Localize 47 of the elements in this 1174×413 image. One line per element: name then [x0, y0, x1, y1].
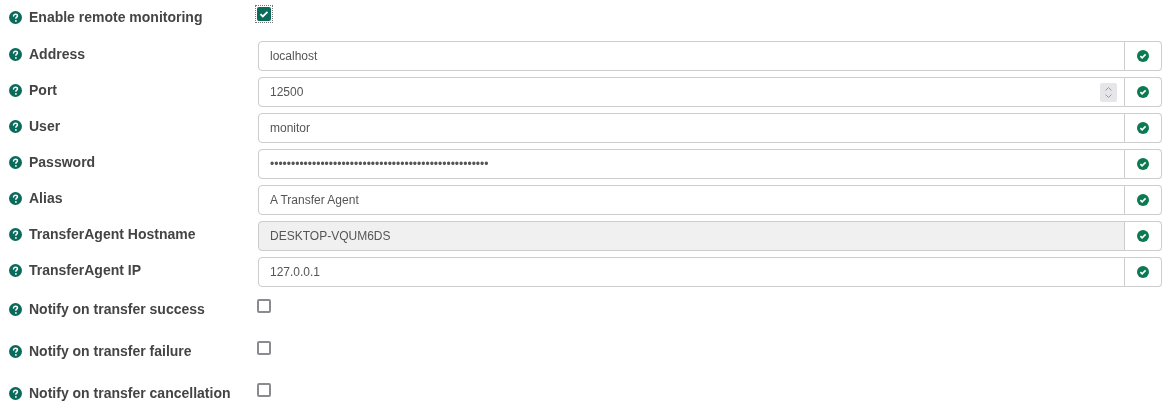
input-field[interactable]: 12500 [258, 77, 1125, 107]
field-value: •••••••••••••••••••••••••••••••••••••••••••••••••••• [270, 156, 489, 173]
help-icon[interactable] [9, 48, 22, 61]
check-circle-icon [1137, 266, 1149, 278]
help-icon[interactable] [9, 303, 22, 316]
input-field[interactable]: monitor [258, 113, 1125, 143]
help-icon[interactable] [9, 156, 22, 169]
field-label: TransferAgent IP [29, 261, 142, 280]
check-circle-icon [1137, 50, 1149, 62]
input-field[interactable]: •••••••••••••••••••••••••••••••••••••••••••••••••••• [258, 149, 1125, 179]
field-label: Notify on transfer cancellation [29, 384, 231, 403]
field-label: User [29, 117, 61, 136]
field-value: DESKTOP-VQUM6DS [270, 228, 391, 245]
help-icon[interactable] [9, 345, 22, 358]
check-circle-icon [1137, 122, 1149, 134]
checkbox[interactable] [255, 381, 273, 399]
field-value: 127.0.0.1 [270, 264, 321, 281]
field-value: monitor [270, 120, 310, 137]
help-icon[interactable] [9, 387, 22, 400]
input-field[interactable]: 127.0.0.1 [258, 257, 1125, 287]
help-icon[interactable] [9, 120, 22, 133]
field-label: Notify on transfer success [29, 300, 205, 319]
field-value: 12500 [270, 84, 304, 101]
field-label: TransferAgent Hostname [29, 225, 196, 244]
check-circle-icon [1137, 230, 1149, 242]
field-label: Notify on transfer failure [29, 342, 192, 361]
input-field[interactable]: A Transfer Agent [258, 185, 1125, 215]
field-label: Password [29, 153, 96, 172]
input-field[interactable]: localhost [258, 41, 1125, 71]
checkbox[interactable] [255, 5, 273, 23]
field-label: Alias [29, 189, 63, 208]
checkbox[interactable] [255, 297, 273, 315]
field-label: Port [29, 81, 57, 100]
help-icon[interactable] [9, 84, 22, 97]
field-value: localhost [270, 48, 318, 65]
check-circle-icon [1137, 194, 1149, 206]
checkbox[interactable] [255, 339, 273, 357]
check-circle-icon [1137, 86, 1149, 98]
help-icon[interactable] [9, 11, 22, 24]
help-icon[interactable] [9, 228, 22, 241]
field-label: Enable remote monitoring [29, 8, 203, 27]
help-icon[interactable] [9, 264, 22, 277]
field-label: Address [29, 45, 86, 64]
check-circle-icon [1137, 158, 1149, 170]
help-icon[interactable] [9, 192, 22, 205]
field-value: A Transfer Agent [270, 192, 359, 209]
checkmark-icon [259, 9, 269, 19]
